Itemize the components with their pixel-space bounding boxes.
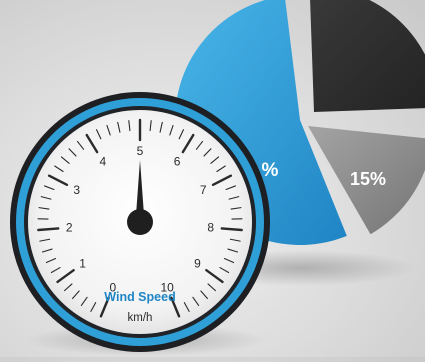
pie-slice-gray-label: 15% xyxy=(350,169,386,189)
dashboard-graphic: % 15% 012345678910 Wind Speed km/h xyxy=(0,0,425,357)
gauge-tick-label: 2 xyxy=(66,221,73,235)
gauge-major-tick xyxy=(38,228,58,230)
gauge-unit: km/h xyxy=(128,312,153,324)
dashboard-widget-scene: % 15% 012345678910 Wind Speed km/h xyxy=(0,0,425,357)
gauge-tick-label: 5 xyxy=(137,144,144,158)
gauge-tick-label: 4 xyxy=(100,154,107,168)
gauge-tick-label: 7 xyxy=(200,183,207,197)
gauge-needle-hub xyxy=(127,209,153,235)
wind-speed-gauge: 012345678910 Wind Speed km/h xyxy=(10,92,270,352)
pie-slice-dark xyxy=(310,0,425,112)
gauge-tick-label: 3 xyxy=(73,183,80,197)
gauge-tick-label: 8 xyxy=(207,221,214,235)
gauge-major-tick xyxy=(222,228,242,230)
gauge-tick-label: 9 xyxy=(194,257,201,271)
gauge-title: Wind Speed xyxy=(104,290,175,304)
gauge-tick-label: 1 xyxy=(79,257,86,271)
pie-slice-blue-label: % xyxy=(262,160,279,181)
gauge-tick-label: 6 xyxy=(174,154,181,168)
